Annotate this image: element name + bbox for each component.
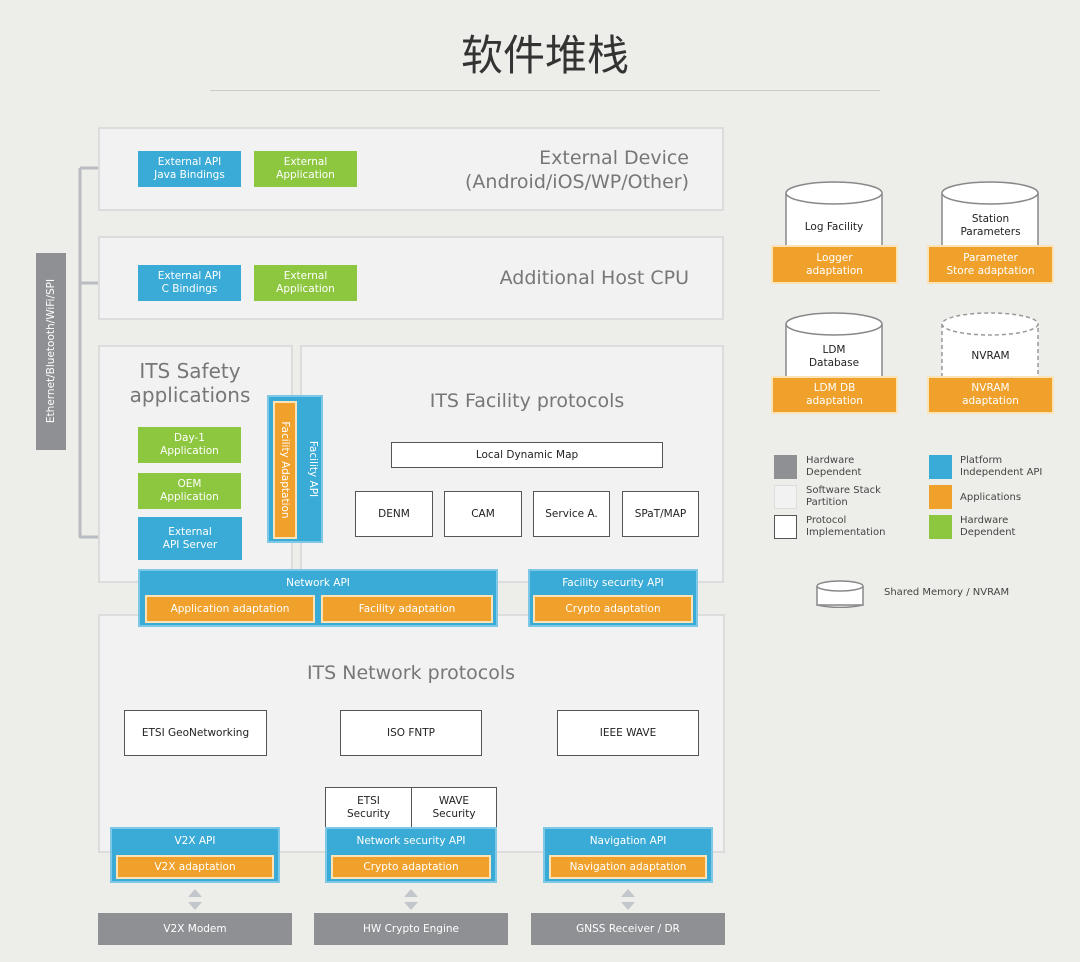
v2x-api-label: V2X API [174, 835, 216, 847]
ldm-db-adaptation[interactable]: LDM DB adaptation [771, 376, 898, 414]
page-title: 软件堆栈 [460, 31, 629, 80]
wave-security[interactable]: WAVE Security [411, 787, 497, 828]
external-api-server[interactable]: External API Server [138, 517, 242, 560]
facility-api[interactable]: Facility API Facility Adaptation [267, 395, 323, 543]
shared-memory-label: Shared Memory / NVRAM [884, 587, 1010, 598]
v2x-adaptation[interactable]: V2X adaptation [116, 855, 274, 879]
facility-security-api-label: Facility security API [562, 577, 664, 589]
bidirectional-arrow-icon [188, 889, 202, 910]
network-api[interactable]: Network API Application adaptation Facil… [138, 569, 498, 627]
title-divider [210, 90, 880, 91]
v2x-modem[interactable]: V2X Modem [98, 913, 292, 945]
gnss-receiver[interactable]: GNSS Receiver / DR [531, 913, 725, 945]
log-facility: Log Facility [804, 220, 864, 233]
iso-fntp[interactable]: ISO FNTP [340, 710, 482, 756]
network-api-label: Network API [286, 577, 350, 589]
facility-adaptation-label: Facility Adaptation [279, 421, 291, 519]
local-dynamic-map[interactable]: Local Dynamic Map [391, 442, 663, 468]
facility-api-label: Facility API [307, 440, 319, 498]
bidirectional-arrow-icon [404, 889, 418, 910]
etsi-security[interactable]: ETSI Security [325, 787, 412, 828]
facility-adaptation-box[interactable]: Facility adaptation [321, 595, 493, 623]
navigation-adaptation[interactable]: Navigation adaptation [549, 855, 707, 879]
day1-application[interactable]: Day-1 Application [138, 427, 241, 463]
legend-label: Protocol Implementation [806, 515, 886, 538]
parameter-store-adaptation[interactable]: Parameter Store adaptation [927, 245, 1054, 284]
connectivity-bar: Ethernet/Bluetooth/WiFi/SPI [36, 253, 66, 450]
cam-protocol[interactable]: CAM [444, 491, 522, 537]
facility-title: ITS Facility protocols [429, 390, 625, 412]
legend-label: Hardware Dependent [806, 455, 862, 478]
ieee-wave[interactable]: IEEE WAVE [557, 710, 699, 756]
external-api-java-bindings[interactable]: External API Java Bindings [138, 151, 241, 187]
host-cpu-title: Additional Host CPU [499, 267, 689, 289]
ldm-database: LDM Database [808, 344, 860, 369]
legend-label: Hardware Dependent [960, 515, 1016, 538]
external-api-c-bindings[interactable]: External API C Bindings [138, 265, 241, 301]
etsi-geonetworking[interactable]: ETSI GeoNetworking [124, 710, 267, 756]
navigation-api[interactable]: Navigation API Navigation adaptation [543, 827, 713, 883]
v2x-api[interactable]: V2X API V2X adaptation [110, 827, 280, 883]
legend-swatch-protocol [774, 515, 797, 539]
denm-protocol[interactable]: DENM [355, 491, 433, 537]
application-adaptation[interactable]: Application adaptation [145, 595, 315, 623]
crypto-adaptation[interactable]: Crypto adaptation [533, 595, 693, 623]
external-device-title: External Device (Android/iOS/WP/Other) [465, 147, 689, 193]
oem-application[interactable]: OEM Application [138, 473, 241, 509]
station-parameters: Station Parameters [960, 213, 1021, 238]
shared-memory-cylinder-icon [816, 580, 864, 608]
network-security-api-label: Network security API [356, 835, 466, 847]
logger-adaptation[interactable]: Logger adaptation [771, 245, 898, 284]
external-application[interactable]: External Application [254, 151, 357, 187]
network-title: ITS Network protocols [306, 662, 516, 684]
service-a-protocol[interactable]: Service A. [533, 491, 610, 537]
nvram: NVRAM [971, 349, 1010, 362]
bidirectional-arrow-icon [621, 889, 635, 910]
hw-crypto-engine[interactable]: HW Crypto Engine [314, 913, 508, 945]
legend-swatch-api [929, 455, 952, 479]
external-application[interactable]: External Application [254, 265, 357, 301]
connectivity-label: Ethernet/Bluetooth/WiFi/SPI [45, 278, 57, 424]
legend-swatch-applications [929, 485, 952, 509]
facility-adaptation[interactable]: Facility Adaptation [273, 401, 297, 539]
crypto-adaptation[interactable]: Crypto adaptation [331, 855, 491, 879]
legend-label: Software Stack Partition [806, 485, 881, 508]
legend-label: Applications [960, 492, 1022, 503]
nvram-adaptation[interactable]: NVRAM adaptation [927, 376, 1054, 414]
legend-label: Platform Independent API [960, 455, 1043, 478]
legend-swatch-hardware-green [929, 515, 952, 539]
legend-swatch-partition [774, 485, 797, 509]
safety-title: ITS Safety applications [129, 359, 251, 407]
legend-swatch-hardware-gray [774, 455, 797, 479]
navigation-api-label: Navigation API [589, 835, 667, 847]
spat-map-protocol[interactable]: SPaT/MAP [622, 491, 699, 537]
facility-security-api[interactable]: Facility security API Crypto adaptation [528, 569, 698, 627]
network-security-api[interactable]: Network security API Crypto adaptation [325, 827, 497, 883]
